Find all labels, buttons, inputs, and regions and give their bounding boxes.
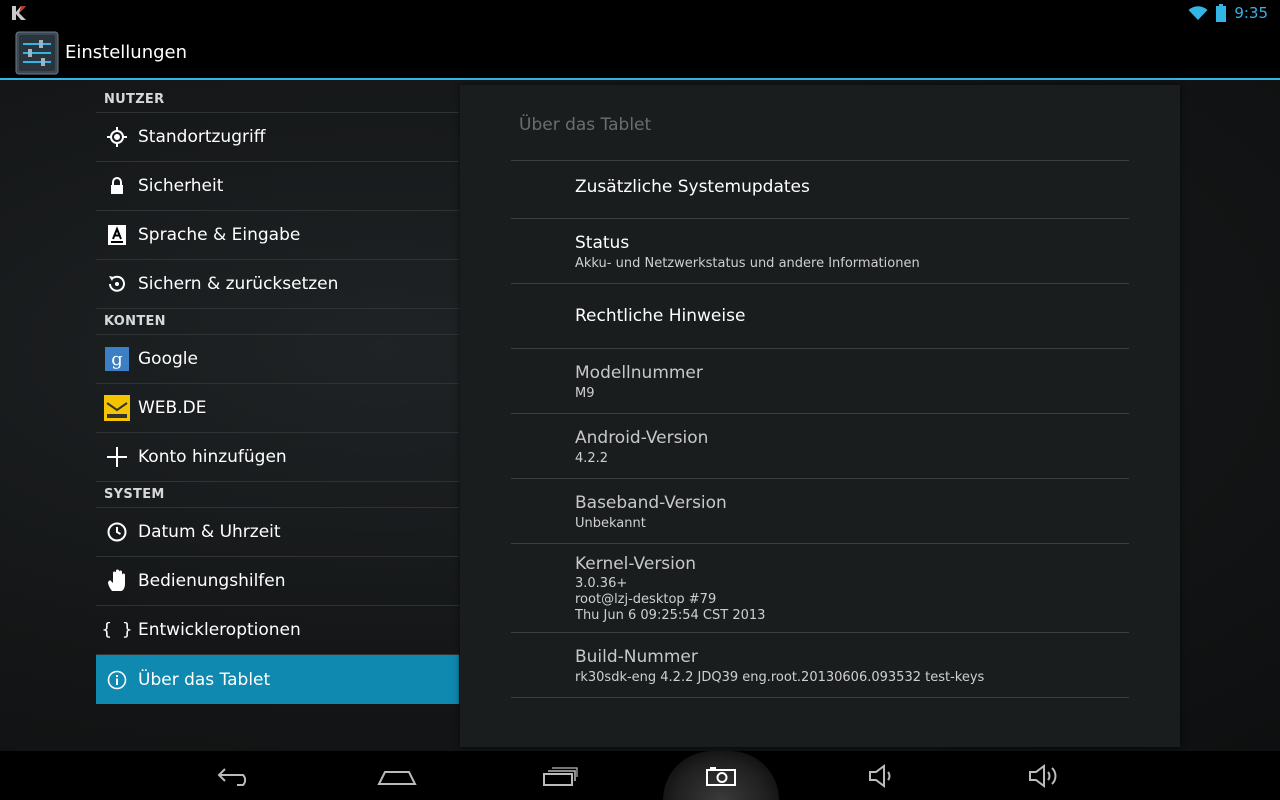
wifi-icon	[1188, 6, 1208, 20]
recent-apps-button[interactable]	[530, 751, 590, 800]
sidebar-item-label: Über das Tablet	[138, 669, 271, 690]
screenshot-button[interactable]	[691, 751, 751, 800]
row-summary: Akku- und Netzwerkstatus und andere Info…	[575, 256, 920, 271]
row-summary: 4.2.2	[575, 451, 609, 466]
row-android-version[interactable]: Android-Version 4.2.2	[511, 413, 1129, 478]
row-systemupdates[interactable]: Zusätzliche Systemupdates	[511, 160, 1129, 218]
location-icon	[96, 126, 138, 148]
sidebar-item-label: Sicherheit	[138, 176, 224, 196]
navigation-bar	[0, 751, 1280, 800]
sidebar-item-google[interactable]: g Google	[96, 335, 459, 384]
row-summary-line: 3.0.36+	[575, 576, 628, 591]
sidebar-item-label: Google	[138, 349, 198, 369]
row-status[interactable]: Status Akku- und Netzwerkstatus und ande…	[511, 218, 1129, 283]
app-title: Einstellungen	[65, 42, 188, 63]
sidebar-item-datum-uhrzeit[interactable]: Datum & Uhrzeit	[96, 508, 459, 557]
status-right: 9:35	[1188, 3, 1268, 23]
sidebar-item-sicherheit[interactable]: Sicherheit	[96, 162, 459, 211]
row-title: Status	[575, 233, 630, 253]
row-title: Rechtliche Hinweise	[575, 306, 746, 326]
detail-pane: Über das Tablet Zusätzliche Systemupdate…	[460, 85, 1180, 747]
sidebar-item-sichern-zuruecksetzen[interactable]: Sichern & zurücksetzen	[96, 260, 459, 309]
sidebar-item-webde[interactable]: WEB.DE	[96, 384, 459, 433]
screenshot-icon	[706, 766, 736, 786]
recent-apps-icon	[543, 766, 578, 786]
clock-icon	[96, 521, 138, 543]
settings-app-icon[interactable]	[15, 31, 59, 75]
lock-icon	[96, 176, 138, 196]
home-button[interactable]	[367, 751, 427, 800]
sidebar-item-konto-hinzufuegen[interactable]: Konto hinzufügen	[96, 433, 459, 482]
sidebar-item-label: Sprache & Eingabe	[138, 225, 301, 245]
row-title: Baseband-Version	[575, 493, 727, 513]
action-bar: Einstellungen	[0, 26, 1280, 80]
home-icon	[377, 770, 417, 785]
row-modellnummer: Modellnummer M9	[511, 348, 1129, 413]
row-title: Kernel-Version	[575, 554, 697, 574]
detail-title: Über das Tablet	[519, 115, 652, 135]
restore-icon	[96, 273, 138, 295]
row-rechtliche-hinweise[interactable]: Rechtliche Hinweise	[511, 283, 1129, 348]
hand-icon	[96, 569, 138, 593]
row-summary-line: Thu Jun 6 09:25:54 CST 2013	[575, 608, 766, 623]
sidebar-item-sprache-eingabe[interactable]: Sprache & Eingabe	[96, 211, 459, 260]
sidebar-item-ueber-das-tablet[interactable]: Über das Tablet	[96, 655, 459, 704]
google-icon: g	[96, 347, 138, 371]
app-notification-icon	[12, 6, 26, 20]
row-title: Modellnummer	[575, 363, 703, 383]
section-header-nutzer: NUTZER	[96, 87, 459, 113]
row-title: Android-Version	[575, 428, 709, 448]
keyboard-a-icon	[96, 224, 138, 246]
row-summary-line: root@lzj-desktop #79	[575, 592, 717, 607]
sidebar-item-bedienungshilfen[interactable]: Bedienungshilfen	[96, 557, 459, 606]
content-area: NUTZER Standortzugriff Sicherheit Sprach…	[0, 80, 1280, 751]
volume-down-icon	[869, 763, 891, 788]
plus-icon	[96, 446, 138, 468]
row-summary: M9	[575, 386, 595, 401]
sidebar-item-label: Konto hinzufügen	[138, 447, 287, 467]
row-summary: Unbekannt	[575, 516, 646, 531]
row-kernel-version: Kernel-Version 3.0.36+ root@lzj-desktop …	[511, 543, 1129, 632]
sidebar-item-label: Entwickleroptionen	[138, 620, 301, 640]
sidebar-item-entwickleroptionen[interactable]: { } Entwickleroptionen	[96, 606, 459, 655]
row-build-nummer[interactable]: Build-Nummer rk30sdk-eng 4.2.2 JDQ39 eng…	[511, 632, 1129, 697]
sidebar-item-label: Sichern & zurücksetzen	[138, 274, 339, 294]
sidebar-item-label: Datum & Uhrzeit	[138, 522, 281, 542]
list-end-divider	[511, 697, 1129, 698]
sidebar-item-standortzugriff[interactable]: Standortzugriff	[96, 113, 459, 162]
braces-icon: { }	[101, 620, 133, 640]
settings-sidebar: NUTZER Standortzugriff Sicherheit Sprach…	[96, 87, 459, 751]
about-list: Zusätzliche Systemupdates Status Akku- u…	[511, 160, 1129, 698]
clock-time: 9:35	[1234, 4, 1268, 22]
sidebar-item-label: Standortzugriff	[138, 127, 266, 147]
info-icon	[96, 669, 138, 691]
webde-icon	[96, 395, 138, 421]
battery-icon	[1216, 4, 1227, 22]
sidebar-item-label: Bedienungshilfen	[138, 571, 286, 591]
row-title: Zusätzliche Systemupdates	[575, 177, 810, 197]
volume-up-icon	[1029, 763, 1057, 788]
status-bar: 9:35	[0, 0, 1280, 26]
svg-text:g: g	[111, 349, 123, 370]
back-button[interactable]	[205, 751, 265, 800]
row-title: Build-Nummer	[575, 647, 698, 667]
volume-down-button[interactable]	[853, 751, 913, 800]
section-header-system: SYSTEM	[96, 482, 459, 508]
section-header-konten: KONTEN	[96, 309, 459, 335]
row-baseband-version: Baseband-Version Unbekannt	[511, 478, 1129, 543]
back-icon	[217, 767, 247, 786]
row-summary: rk30sdk-eng 4.2.2 JDQ39 eng.root.2013060…	[575, 670, 985, 685]
volume-up-button[interactable]	[1015, 751, 1075, 800]
sidebar-item-label: WEB.DE	[138, 398, 207, 418]
